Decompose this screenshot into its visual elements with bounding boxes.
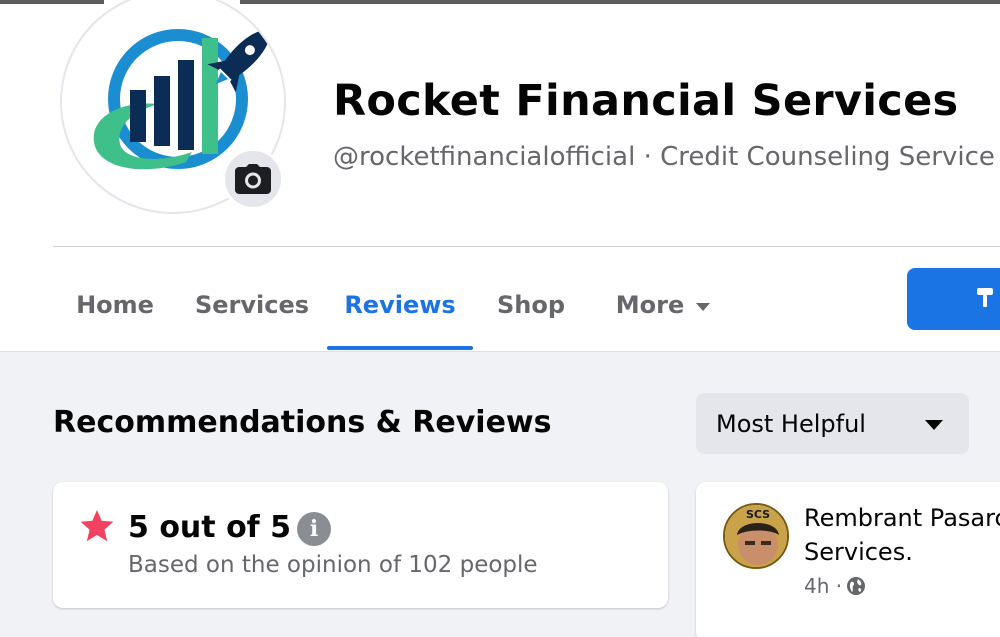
tab-more[interactable]: More [589, 260, 737, 350]
tab-shop[interactable]: Shop [473, 260, 589, 350]
header-divider [53, 246, 1000, 247]
tab-services-label: Services [194, 291, 310, 319]
reviewer-photo: SCS [725, 505, 787, 567]
caret-down-icon [925, 420, 943, 430]
update-profile-photo-button[interactable] [222, 148, 284, 210]
review-card: SCS Rembrant Pasarc Services. 4h · [696, 482, 1000, 637]
reviews-section-title: Recommendations & Reviews [53, 405, 552, 440]
page-action-button[interactable] [907, 268, 1000, 330]
caret-down-icon [696, 302, 711, 311]
camera-icon [235, 164, 271, 194]
globe-icon [847, 577, 866, 595]
review-meta: 4h · [804, 574, 866, 598]
tab-reviews-label: Reviews [344, 291, 456, 319]
tab-shop-label: Shop [496, 291, 566, 319]
tab-home[interactable]: Home [53, 260, 177, 350]
star-icon [80, 510, 114, 542]
reviewer-name[interactable]: Rembrant Pasarc [804, 504, 1000, 532]
rating-basis: Based on the opinion of 102 people [128, 552, 538, 578]
avatar-badge: SCS [746, 508, 770, 521]
page-username-category: @rocketfinancialofficial · Credit Counse… [333, 142, 995, 172]
tab-services[interactable]: Services [177, 260, 327, 350]
tab-home-label: Home [76, 291, 154, 319]
reviews-sort-dropdown[interactable]: Most Helpful [696, 393, 969, 454]
tab-more-label: More [615, 291, 685, 319]
rating-summary-card: 5 out of 5 i Based on the opinion of 102… [53, 482, 668, 608]
action-icon [977, 288, 993, 307]
page-title: Rocket Financial Services [333, 76, 959, 126]
review-text-line: Services. [804, 538, 913, 566]
sort-selected-value: Most Helpful [716, 409, 866, 438]
review-time[interactable]: 4h · [804, 574, 842, 598]
rating-score: 5 out of 5 [128, 510, 292, 545]
top-strip-right [240, 0, 1000, 4]
info-icon[interactable]: i [297, 512, 331, 546]
reviewer-avatar[interactable]: SCS [723, 503, 789, 569]
tab-reviews[interactable]: Reviews [327, 260, 473, 350]
